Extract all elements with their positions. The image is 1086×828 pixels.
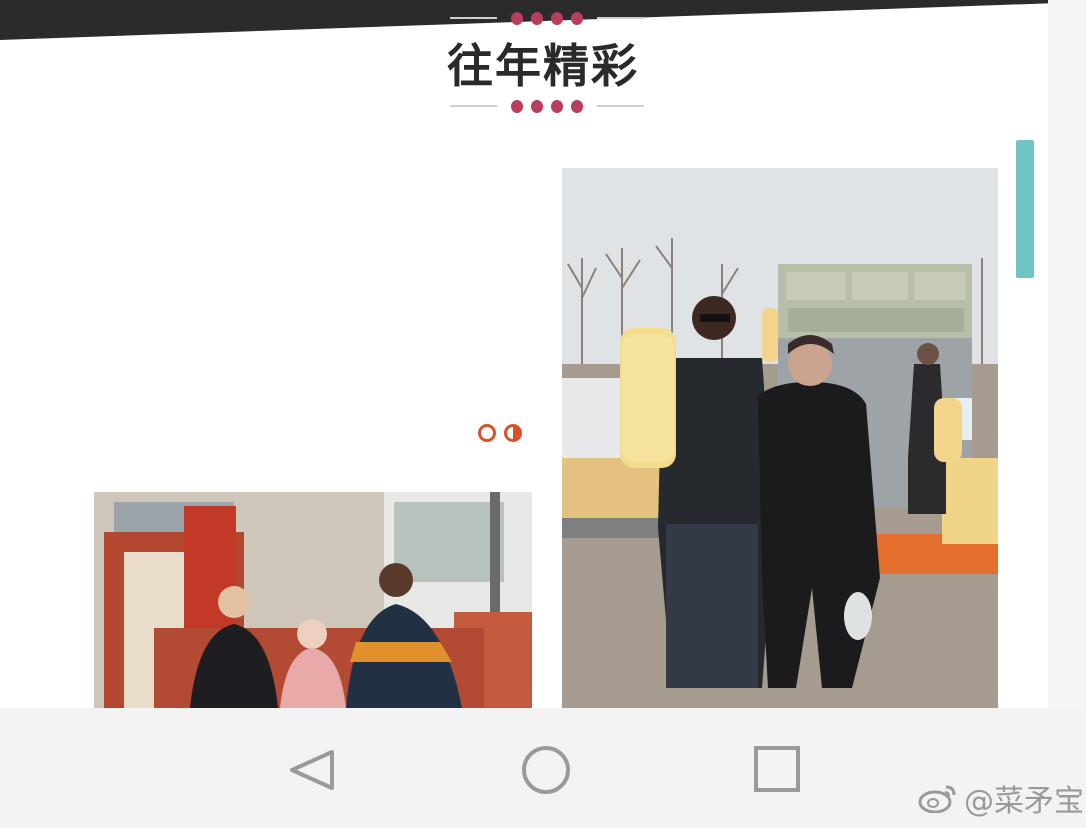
pager-dot-1[interactable] — [478, 424, 496, 442]
weibo-watermark: @菜矛宝 — [918, 778, 1084, 819]
section-heading: 往年精彩 — [0, 0, 1086, 130]
decoration-dot — [531, 11, 543, 25]
home-button[interactable] — [516, 744, 576, 804]
decoration-dot — [570, 11, 583, 25]
section-title: 往年精彩 — [447, 39, 639, 93]
decoration-dot — [551, 99, 563, 113]
carousel-photo-outdoor-stall[interactable] — [562, 168, 998, 708]
carousel-pager — [478, 424, 522, 442]
title-decoration-bottom — [440, 96, 654, 116]
decoration-dot — [511, 99, 524, 113]
carousel-photo-indoor-group[interactable] — [94, 492, 532, 708]
recents-button[interactable] — [748, 744, 808, 804]
decoration-dot — [511, 11, 524, 25]
scroll-indicator[interactable] — [1016, 140, 1034, 278]
decoration-line — [596, 105, 644, 107]
title-decoration-top — [440, 8, 654, 28]
back-button[interactable] — [284, 744, 344, 804]
watermark-text: @菜矛宝 — [964, 784, 1084, 819]
decoration-dot — [551, 11, 563, 25]
decoration-line — [450, 105, 498, 107]
home-icon — [522, 746, 570, 794]
pager-dot-2-active[interactable] — [504, 424, 522, 442]
decoration-line — [596, 17, 644, 19]
decoration-dot — [531, 99, 543, 113]
decoration-line — [450, 17, 498, 19]
back-icon — [290, 750, 334, 790]
weibo-icon — [918, 785, 956, 813]
decoration-dot — [570, 99, 583, 113]
recents-icon — [754, 746, 800, 792]
